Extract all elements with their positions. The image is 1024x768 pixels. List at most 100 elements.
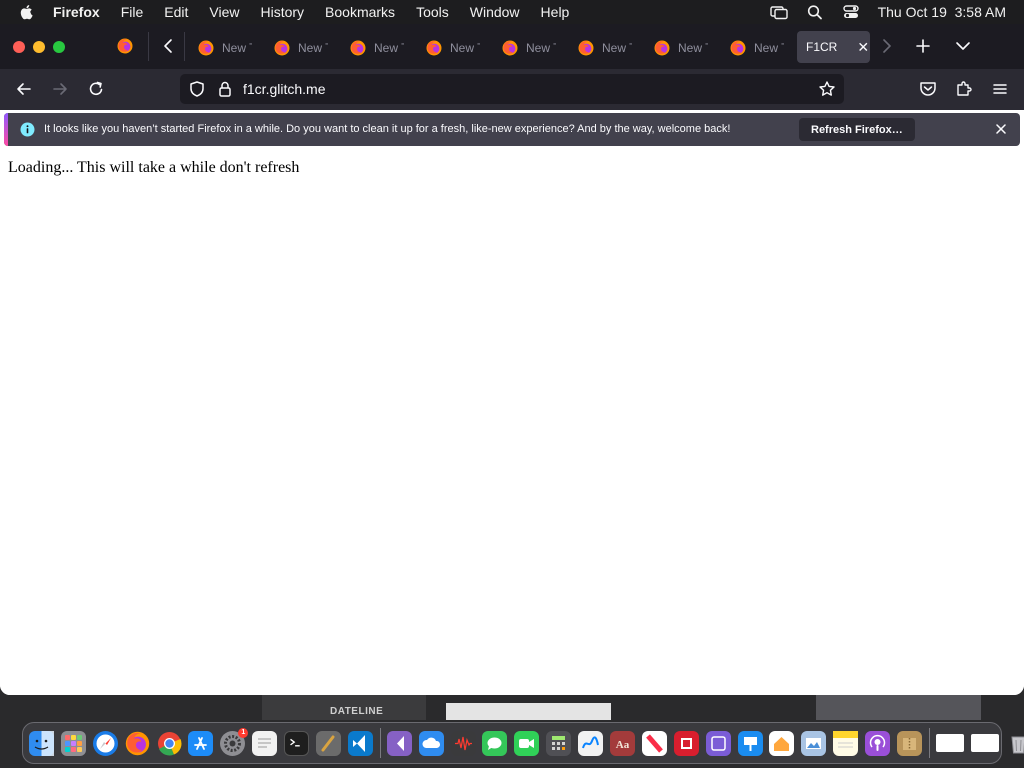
tab-new-tab-6[interactable]: New T <box>566 32 632 64</box>
finder-icon[interactable] <box>29 730 54 756</box>
tracking-protection-shield-icon[interactable] <box>188 80 206 98</box>
home-icon[interactable] <box>769 730 795 756</box>
background-window[interactable] <box>816 695 981 720</box>
tab-new-tab-1[interactable]: New T <box>186 32 252 64</box>
preview-icon[interactable] <box>801 730 827 756</box>
notes-icon[interactable] <box>833 730 859 756</box>
tab-label: New T <box>754 41 784 55</box>
dock: 1 Aa <box>22 722 1024 764</box>
list-all-tabs-chevron-down-icon[interactable] <box>953 36 973 56</box>
dock-separator <box>379 728 381 758</box>
news-icon[interactable] <box>641 730 667 756</box>
page-content: Loading... This will take a while don't … <box>0 151 1024 695</box>
icloud-drive-icon[interactable] <box>418 730 444 756</box>
spotlight-search-icon[interactable] <box>806 4 824 20</box>
tab-new-tab-3[interactable]: New T <box>338 32 404 64</box>
tab-label: New T <box>526 41 556 55</box>
tab-strip: New T New T New T New T New T New T New … <box>0 24 1024 69</box>
textedit-icon[interactable] <box>252 730 278 756</box>
messages-icon[interactable] <box>482 730 508 756</box>
back-arrow-icon[interactable] <box>14 79 34 99</box>
refresh-firefox-button[interactable]: Refresh Firefox… <box>799 118 915 141</box>
menu-history[interactable]: History <box>260 4 304 20</box>
reload-icon[interactable] <box>86 79 106 99</box>
archive-utility-icon[interactable] <box>897 730 923 756</box>
svg-text:Aa: Aa <box>616 739 630 751</box>
notification-accent-stripe <box>4 113 8 146</box>
window-minimize-button[interactable] <box>33 41 45 53</box>
facetime-icon[interactable] <box>514 730 540 756</box>
active-tab-label: F1CR <box>806 40 838 54</box>
hamburger-menu-icon[interactable] <box>990 79 1010 99</box>
menu-file[interactable]: File <box>121 4 144 20</box>
photo-booth-icon[interactable] <box>673 730 699 756</box>
system-settings-icon[interactable]: 1 <box>220 727 249 756</box>
forward-arrow-icon[interactable] <box>50 79 70 99</box>
desktop-background: DATELINE <box>0 695 1024 720</box>
tab-label: New T <box>602 41 632 55</box>
menu-bar: Firefox File Edit View History Bookmarks… <box>0 0 1024 24</box>
terminal-icon[interactable] <box>284 730 310 756</box>
bookmark-star-icon[interactable] <box>818 80 836 98</box>
background-window-label: DATELINE <box>330 706 384 717</box>
tab-label: New T <box>678 41 708 55</box>
script-editor-icon[interactable] <box>316 730 342 756</box>
lock-icon[interactable] <box>217 80 233 98</box>
menu-edit[interactable]: Edit <box>164 4 188 20</box>
tab-new-tab-2[interactable]: New T <box>262 32 328 64</box>
firefox-icon[interactable] <box>125 731 150 756</box>
apple-logo-icon[interactable] <box>19 4 35 20</box>
background-window[interactable] <box>446 703 611 720</box>
tab-f1cr-active[interactable]: F1CR ✕ <box>797 31 870 63</box>
menu-tools[interactable]: Tools <box>416 4 449 20</box>
tab-close-icon[interactable]: ✕ <box>857 39 869 56</box>
menu-bookmarks[interactable]: Bookmarks <box>325 4 395 20</box>
url-text[interactable]: f1cr.glitch.me <box>243 81 325 97</box>
minimized-window-icon[interactable] <box>935 734 964 752</box>
tab-divider <box>184 32 185 61</box>
control-center-icon[interactable] <box>842 4 860 20</box>
loading-message: Loading... This will take a while don't … <box>8 159 300 176</box>
firefox-icon <box>578 40 594 56</box>
visual-studio-icon[interactable] <box>386 730 412 756</box>
podcasts-icon[interactable] <box>865 730 891 756</box>
new-tab-plus-icon[interactable] <box>913 36 933 56</box>
vscode-icon[interactable] <box>347 730 373 756</box>
podcasts-purple-icon[interactable] <box>705 730 731 756</box>
chevron-left-icon[interactable] <box>160 37 176 55</box>
firefox-icon <box>426 40 442 56</box>
pocket-icon[interactable] <box>918 79 938 99</box>
firefox-icon <box>198 40 214 56</box>
menubar-clock[interactable]: Thu Oct 19 3:58 AM <box>878 4 1006 20</box>
voice-memos-icon[interactable] <box>450 730 476 756</box>
safari-icon[interactable] <box>92 730 118 756</box>
tab-new-tab-5[interactable]: New T <box>490 32 556 64</box>
notification-bar: It looks like you haven’t started Firefo… <box>4 113 1020 146</box>
dictionary-icon[interactable]: Aa <box>610 730 636 756</box>
minimized-window-icon[interactable] <box>970 734 999 752</box>
window-zoom-button[interactable] <box>53 41 65 53</box>
app-store-icon[interactable] <box>188 730 214 756</box>
menu-help[interactable]: Help <box>541 4 570 20</box>
trash-icon[interactable] <box>1006 731 1024 756</box>
chevron-right-icon[interactable] <box>879 37 895 55</box>
freeform-icon[interactable] <box>578 730 604 756</box>
pinned-tab-firefox-icon[interactable] <box>117 38 133 54</box>
menu-view[interactable]: View <box>209 4 239 20</box>
tab-new-tab-4[interactable]: New T <box>414 32 480 64</box>
menu-app-firefox[interactable]: Firefox <box>53 4 100 20</box>
close-icon[interactable] <box>994 122 1008 136</box>
url-bar[interactable]: f1cr.glitch.me <box>180 74 844 104</box>
screen-mirroring-icon[interactable] <box>769 4 788 20</box>
tab-label: New T <box>374 41 404 55</box>
tab-new-tab-7[interactable]: New T <box>642 32 708 64</box>
tab-new-tab-8[interactable]: New T <box>718 32 784 64</box>
launchpad-icon[interactable] <box>60 730 86 756</box>
calculator-icon[interactable] <box>546 730 572 756</box>
window-close-button[interactable] <box>13 41 25 53</box>
menu-window[interactable]: Window <box>470 4 520 20</box>
chrome-icon[interactable] <box>157 731 182 756</box>
keynote-icon[interactable] <box>737 730 763 756</box>
info-icon <box>20 122 35 137</box>
extensions-puzzle-icon[interactable] <box>954 79 974 99</box>
